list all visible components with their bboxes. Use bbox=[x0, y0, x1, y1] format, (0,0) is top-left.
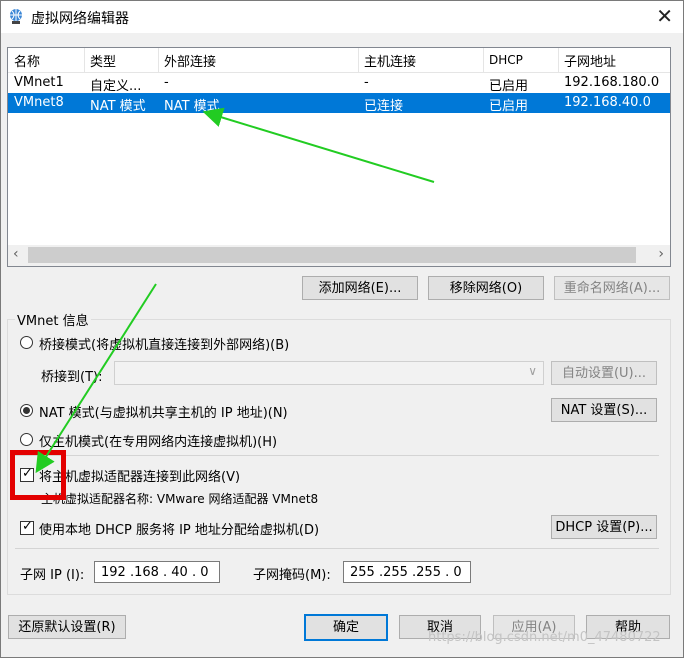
chevron-down-icon: ∨ bbox=[528, 364, 537, 378]
subnet-mask-field[interactable]: 255 .255 .255 . 0 bbox=[343, 561, 471, 583]
bridged-to-label: 桥接到(T): bbox=[41, 370, 103, 385]
ok-button[interactable]: 确定 bbox=[304, 614, 388, 641]
restore-defaults-button[interactable]: 还原默认设置(R) bbox=[8, 615, 126, 639]
bridged-to-select[interactable]: ∨ bbox=[114, 361, 544, 385]
annotation-highlight-box bbox=[10, 450, 66, 500]
cell-name: VMnet8 bbox=[14, 95, 64, 110]
nat-settings-button[interactable]: NAT 设置(S)... bbox=[551, 398, 657, 422]
column-header-name[interactable]: 名称 bbox=[14, 51, 40, 71]
nat-mode-radio[interactable] bbox=[20, 404, 33, 417]
divider bbox=[15, 548, 659, 549]
cell-dhcp: 已启用 bbox=[489, 99, 529, 114]
horizontal-scrollbar[interactable]: ‹ › bbox=[8, 245, 670, 266]
column-header-type[interactable]: 类型 bbox=[90, 51, 116, 71]
column-header-dhcp[interactable]: DHCP bbox=[489, 53, 523, 73]
list-header: 名称 类型 外部连接 主机连接 DHCP 子网地址 bbox=[8, 48, 670, 73]
nat-mode-label[interactable]: NAT 模式(与虚拟机共享主机的 IP 地址)(N) bbox=[39, 402, 288, 421]
adapter-name-label: 主机虚拟适配器名称: VMware 网络适配器 VMnet8 bbox=[41, 492, 319, 506]
auto-settings-button[interactable]: 自动设置(U)... bbox=[551, 361, 657, 385]
cell-name: VMnet1 bbox=[14, 75, 64, 90]
virtual-network-editor-window: 虚拟网络编辑器 ✕ 名称 类型 外部连接 主机连接 DHCP 子网地址 VMne… bbox=[0, 0, 684, 658]
add-network-button[interactable]: 添加网络(E)... bbox=[302, 276, 418, 300]
table-row[interactable]: VMnet1 自定义... - - 已启用 192.168.180.0 bbox=[8, 73, 670, 94]
use-dhcp-label[interactable]: 使用本地 DHCP 服务将 IP 地址分配给虚拟机(D) bbox=[39, 519, 319, 538]
title-bar: 虚拟网络编辑器 ✕ bbox=[1, 1, 683, 33]
use-dhcp-checkbox[interactable]: ✓ bbox=[20, 519, 34, 535]
rename-network-button[interactable]: 重命名网络(A)... bbox=[554, 276, 670, 300]
remove-network-button[interactable]: 移除网络(O) bbox=[428, 276, 544, 300]
cell-host: 已连接 bbox=[364, 99, 404, 114]
cell-dhcp: 已启用 bbox=[489, 79, 529, 94]
host-only-radio[interactable] bbox=[20, 433, 33, 446]
subnet-mask-label: 子网掩码(M): bbox=[253, 568, 331, 583]
divider bbox=[15, 455, 659, 456]
column-header-subnet[interactable]: 子网地址 bbox=[564, 51, 616, 71]
watermark: https://blog.csdn.net/m0_47480722 bbox=[428, 630, 661, 645]
dhcp-settings-button[interactable]: DHCP 设置(P)... bbox=[551, 515, 657, 539]
subnet-ip-label: 子网 IP (I): bbox=[20, 568, 85, 583]
scroll-right-icon[interactable]: › bbox=[658, 246, 664, 262]
window-title: 虚拟网络编辑器 bbox=[31, 11, 129, 27]
bridged-mode-label[interactable]: 桥接模式(将虚拟机直接连接到外部网络)(B) bbox=[39, 334, 289, 353]
column-header-host[interactable]: 主机连接 bbox=[364, 51, 416, 71]
cell-type: NAT 模式 bbox=[90, 99, 146, 114]
close-icon[interactable]: ✕ bbox=[656, 4, 673, 28]
subnet-ip-field[interactable]: 192 .168 . 40 . 0 bbox=[94, 561, 220, 583]
host-only-label[interactable]: 仅主机模式(在专用网络内连接虚拟机)(H) bbox=[39, 431, 277, 450]
scrollbar-thumb[interactable] bbox=[28, 247, 636, 263]
network-list[interactable]: 名称 类型 外部连接 主机连接 DHCP 子网地址 VMnet1 自定义... … bbox=[7, 47, 671, 267]
cell-host: - bbox=[364, 75, 369, 90]
cell-subnet: 192.168.180.0 bbox=[564, 75, 660, 90]
cell-external: NAT 模式 bbox=[164, 99, 220, 114]
vmnet-info-title: VMnet 信息 bbox=[15, 310, 91, 329]
cell-type: 自定义... bbox=[90, 79, 142, 94]
network-globe-icon bbox=[10, 9, 22, 24]
table-row-selected[interactable]: VMnet8 NAT 模式 NAT 模式 已连接 已启用 192.168.40.… bbox=[8, 93, 670, 114]
bridged-mode-radio[interactable] bbox=[20, 336, 33, 349]
column-header-external[interactable]: 外部连接 bbox=[164, 51, 216, 71]
cell-external: - bbox=[164, 75, 169, 90]
scroll-left-icon[interactable]: ‹ bbox=[13, 246, 19, 262]
connect-adapter-label[interactable]: 将主机虚拟适配器连接到此网络(V) bbox=[39, 466, 240, 485]
cell-subnet: 192.168.40.0 bbox=[564, 95, 651, 110]
